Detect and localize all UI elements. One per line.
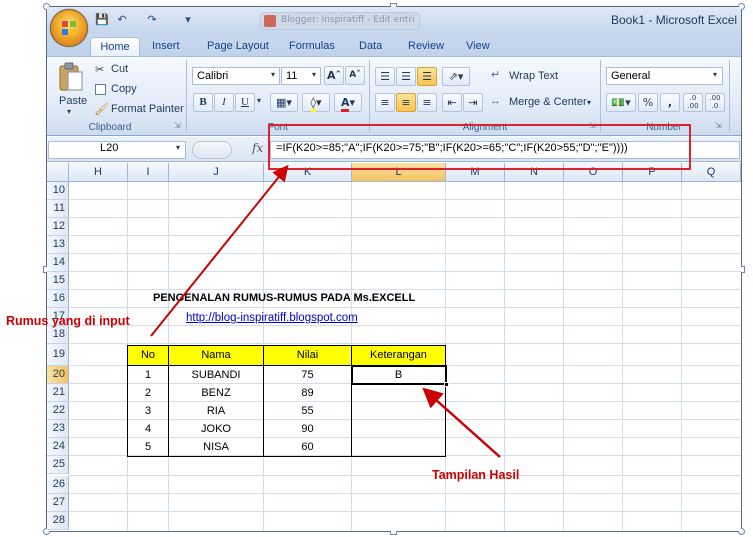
result-annotation: Tampilan Hasil [432,468,520,482]
formula-arrow [150,164,289,337]
annotation-arrows [150,164,501,458]
result-arrow [422,387,501,458]
formula-annotation: Rumus yang di input [6,314,130,328]
